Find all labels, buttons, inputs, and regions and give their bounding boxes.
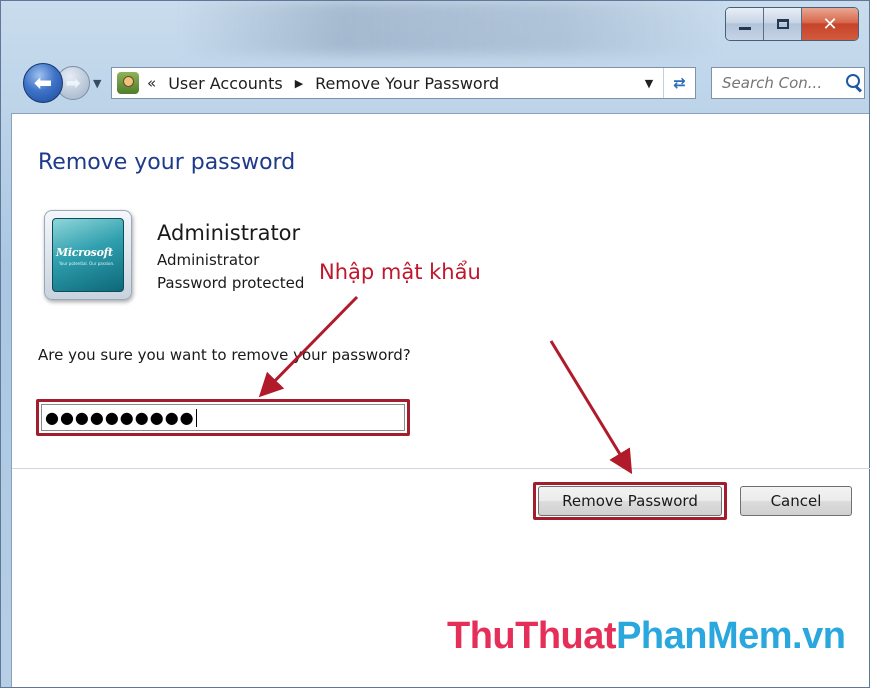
maximize-icon [776, 19, 789, 29]
search-input[interactable] [722, 74, 840, 92]
address-bar[interactable]: « User Accounts ▶ Remove Your Password ▼… [111, 67, 696, 99]
search-icon[interactable] [844, 73, 864, 93]
minimize-button[interactable] [726, 8, 764, 40]
watermark: ThuThuatPhanMem.vn [447, 615, 846, 658]
avatar-tagline: Your potential. Our passion. [59, 261, 115, 266]
current-password-field[interactable]: ●●●●●●●●●● [41, 404, 405, 431]
breadcrumb-separator-icon[interactable]: ▶ [295, 77, 303, 90]
close-button[interactable]: ✕ [802, 8, 858, 40]
refresh-icon[interactable]: ⇄ [663, 68, 695, 98]
annotation-label: Nhập mật khẩu [319, 260, 481, 284]
address-dropdown-icon[interactable]: ▼ [635, 68, 663, 98]
close-icon: ✕ [822, 13, 838, 35]
user-role: Administrator [157, 251, 260, 269]
watermark-part2: PhanMem.vn [616, 615, 846, 657]
navigation-bar: ⬅ ➡ ▼ « User Accounts ▶ Remove Your Pass… [23, 63, 869, 103]
search-box[interactable] [711, 67, 865, 99]
back-button[interactable]: ⬅ [23, 63, 63, 103]
avatar-image: Microsoft Your potential. Our passion. [52, 218, 124, 292]
divider [12, 468, 870, 469]
text-caret [195, 408, 197, 427]
user-status: Password protected [157, 274, 305, 292]
address-overflow-chevron[interactable]: « [147, 74, 156, 92]
history-dropdown-icon[interactable]: ▼ [93, 77, 101, 90]
avatar-brand-text: Microsoft [56, 246, 113, 259]
breadcrumb-user-accounts[interactable]: User Accounts [168, 74, 283, 93]
avatar: Microsoft Your potential. Our passion. [44, 210, 132, 300]
user-accounts-icon [117, 72, 139, 94]
aero-glass-blur [181, 1, 721, 55]
caption-buttons: ✕ [725, 7, 859, 41]
watermark-part1: ThuThuat [447, 615, 617, 657]
password-mask: ●●●●●●●●●● [45, 408, 195, 427]
breadcrumb-remove-your-password[interactable]: Remove Your Password [315, 74, 499, 93]
page-title: Remove your password [38, 150, 296, 175]
forward-arrow-icon: ➡ [65, 72, 81, 94]
maximize-button[interactable] [764, 8, 802, 40]
user-name: Administrator [157, 221, 301, 245]
cancel-button[interactable]: Cancel [740, 486, 852, 516]
back-arrow-icon: ⬅ [33, 70, 53, 96]
content-pane: Remove your password Microsoft Your pote… [11, 113, 870, 687]
minimize-icon [738, 27, 751, 30]
address-controls: ▼ ⇄ [635, 68, 695, 98]
confirm-prompt: Are you sure you want to remove your pas… [38, 346, 411, 364]
window-frame: ✕ ⬅ ➡ ▼ « User Accounts ▶ Remove Your Pa… [0, 0, 870, 688]
remove-password-button[interactable]: Remove Password [538, 486, 722, 516]
